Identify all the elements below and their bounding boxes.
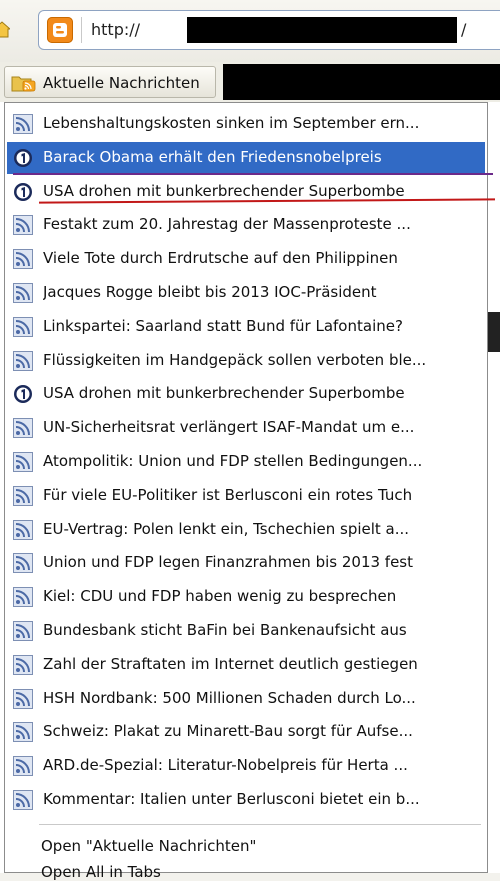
rss-icon — [13, 756, 33, 777]
menu-item-label: Barack Obama erhält den Friedensnobelpre… — [43, 147, 382, 166]
menu-item[interactable]: Jacques Rogge bleibt bis 2013 IOC-Präsid… — [7, 277, 485, 309]
menu-item[interactable]: Lebenshaltungskosten sinken im September… — [7, 108, 485, 140]
menu-item[interactable]: Zahl der Straftaten im Internet deutlich… — [7, 649, 485, 681]
address-bar-divider — [81, 17, 82, 43]
menu-item[interactable]: Kiel: CDU und FDP haben wenig zu besprec… — [7, 581, 485, 613]
redacted-toolbar-block — [223, 64, 500, 100]
menu-item-label: Atompolitik: Union und FDP stellen Bedin… — [43, 452, 423, 470]
menu-item[interactable]: Kommentar: Italien unter Berlusconi biet… — [7, 784, 485, 816]
folder-label: Aktuelle Nachrichten — [43, 74, 200, 92]
menu-item-label: Lebenshaltungskosten sinken im September… — [43, 114, 420, 132]
url-suffix: / — [461, 20, 467, 39]
menu-item[interactable]: Festakt zum 20. Jahrestag der Massenprot… — [7, 209, 485, 241]
menu-item-label: Flüssigkeiten im Handgepäck sollen verbo… — [43, 350, 427, 369]
menu-item-label: Für viele EU-Politiker ist Berlusconi ei… — [43, 485, 413, 504]
menu-item-label: EU-Vertrag: Polen lenkt ein, Tschechien … — [43, 519, 410, 538]
menu-item[interactable]: Schweiz: Plakat zu Minarett-Bau sorgt fü… — [7, 716, 485, 748]
menu-item-label: Festakt zum 20. Jahrestag der Massenprot… — [43, 215, 411, 234]
rss-icon — [13, 519, 33, 540]
menu-item[interactable]: Union und FDP legen Finanzrahmen bis 201… — [7, 547, 485, 579]
menu-item[interactable]: Flüssigkeiten im Handgepäck sollen verbo… — [7, 345, 485, 377]
menu-item[interactable]: USA drohen mit bunkerbrechender Superbom… — [7, 378, 485, 410]
home-icon[interactable] — [0, 20, 10, 38]
menu-item[interactable]: Linkspartei: Saarland statt Bund für Laf… — [7, 311, 485, 343]
menu-item-label: Viele Tote durch Erdrutsche auf den Phil… — [43, 249, 398, 268]
ard-logo-icon — [13, 182, 33, 202]
rss-icon — [13, 654, 33, 675]
menu-item[interactable]: EU-Vertrag: Polen lenkt ein, Tschechien … — [7, 514, 485, 546]
live-bookmark-folder-button[interactable]: Aktuelle Nachrichten — [4, 66, 216, 98]
open-all-in-tabs-menu-item[interactable]: Open All in Tabs — [41, 863, 161, 881]
menu-item-label: HSH Nordbank: 500 Millionen Schaden durc… — [43, 688, 416, 707]
menu-item[interactable]: Bundesbank sticht BaFin bei Bankenaufsic… — [7, 615, 485, 647]
navigation-toolbar: http:// / — [0, 0, 500, 62]
menu-item[interactable]: UN-Sicherheitsrat verlängert ISAF-Mandat… — [7, 412, 485, 444]
menu-item[interactable]: ARD.de-Spezial: Literatur-Nobelpreis für… — [7, 750, 485, 782]
rss-icon — [13, 553, 33, 574]
menu-item-label: ARD.de-Spezial: Literatur-Nobelpreis für… — [43, 756, 408, 775]
menu-item[interactable]: HSH Nordbank: 500 Millionen Schaden durc… — [7, 683, 485, 715]
menu-item-label: Zahl der Straftaten im Internet deutlich… — [43, 654, 418, 673]
rss-icon — [13, 350, 33, 371]
menu-item[interactable]: Atompolitik: Union und FDP stellen Bedin… — [7, 446, 485, 478]
rss-icon — [13, 452, 33, 472]
menu-item-label: UN-Sicherheitsrat verlängert ISAF-Mandat… — [43, 418, 415, 437]
menu-item-label: Linkspartei: Saarland statt Bund für Laf… — [43, 316, 403, 335]
ard-logo-icon — [13, 148, 33, 168]
rss-icon — [13, 621, 33, 641]
rss-icon — [13, 688, 33, 709]
rss-icon — [13, 722, 33, 743]
menu-item-label: Kiel: CDU und FDP haben wenig zu besprec… — [43, 587, 397, 606]
menu-item-label: Jacques Rogge bleibt bis 2013 IOC-Präsid… — [43, 283, 377, 301]
rss-icon — [13, 249, 33, 270]
open-folder-menu-item[interactable]: Open "Aktuelle Nachrichten" — [41, 837, 256, 855]
menu-item[interactable]: Viele Tote durch Erdrutsche auf den Phil… — [7, 243, 485, 275]
url-text[interactable]: http:// — [91, 20, 140, 39]
menu-item[interactable]: Für viele EU-Politiker ist Berlusconi ei… — [7, 480, 485, 512]
menu-item-label: Bundesbank sticht BaFin bei Bankenaufsic… — [43, 621, 407, 639]
rss-icon — [13, 418, 33, 439]
rss-icon — [13, 587, 33, 608]
menu-item-label: Schweiz: Plakat zu Minarett-Bau sorgt fü… — [43, 722, 413, 741]
ard-logo-icon — [13, 384, 33, 404]
annotation-underline-purple — [13, 173, 493, 175]
rss-icon — [13, 215, 33, 236]
rss-folder-icon — [11, 76, 36, 92]
rss-icon — [13, 283, 33, 303]
menu-item-label: Union und FDP legen Finanzrahmen bis 201… — [43, 553, 414, 572]
menu-item-label: USA drohen mit bunkerbrechender Superbom… — [43, 384, 405, 403]
redacted-url-block — [187, 17, 457, 43]
address-bar[interactable]: http:// / — [38, 10, 500, 50]
rss-icon — [13, 114, 33, 134]
live-bookmark-dropdown-menu: Open "Aktuelle Nachrichten" Open All in … — [4, 102, 496, 881]
rss-icon — [13, 316, 33, 337]
menu-item[interactable]: Barack Obama erhält den Friedensnobelpre… — [7, 141, 485, 174]
menu-item-label: USA drohen mit bunkerbrechender Superbom… — [43, 181, 405, 200]
blogger-site-icon — [47, 17, 73, 43]
rss-icon — [13, 485, 33, 506]
menu-separator — [39, 824, 481, 825]
rss-icon — [13, 790, 33, 810]
menu-item-label: Kommentar: Italien unter Berlusconi biet… — [43, 790, 420, 808]
